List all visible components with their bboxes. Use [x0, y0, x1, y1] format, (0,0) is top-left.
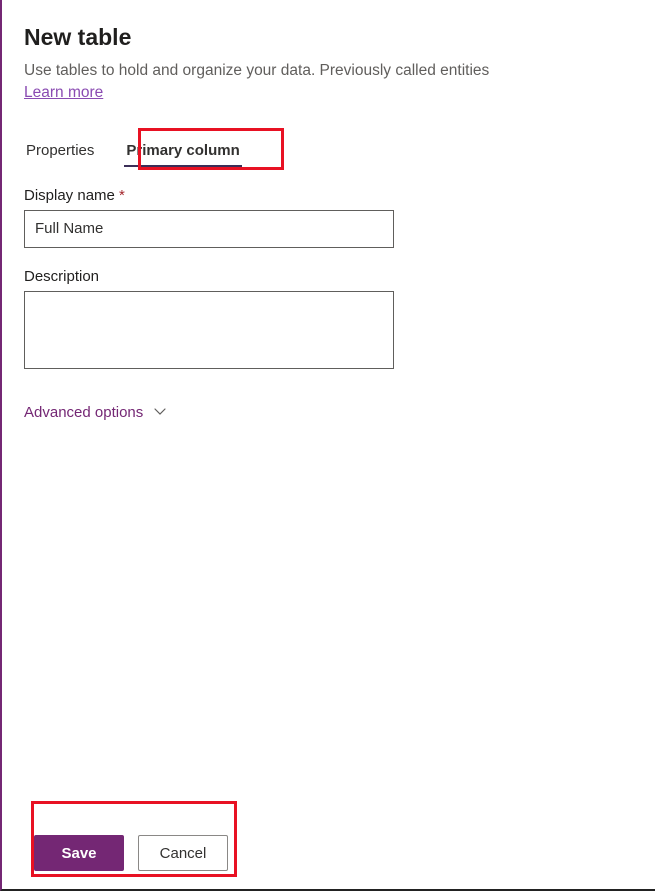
tab-bar: Properties Primary column [24, 134, 633, 167]
cancel-button[interactable]: Cancel [138, 835, 228, 871]
footer-buttons: Save Cancel [34, 835, 228, 871]
learn-more-link[interactable]: Learn more [24, 84, 633, 102]
tab-properties[interactable]: Properties [24, 134, 96, 167]
page-subtitle: Use tables to hold and organize your dat… [24, 61, 633, 82]
advanced-options-toggle[interactable]: Advanced options [24, 404, 633, 421]
page-title: New table [24, 24, 633, 51]
save-button[interactable]: Save [34, 835, 124, 871]
display-name-label-text: Display name [24, 187, 115, 204]
description-group: Description [24, 268, 633, 374]
display-name-input[interactable] [24, 210, 394, 248]
description-input[interactable] [24, 291, 394, 369]
chevron-down-icon [153, 404, 167, 421]
display-name-group: Display name * [24, 187, 633, 248]
display-name-label: Display name * [24, 187, 633, 204]
description-label: Description [24, 268, 633, 285]
tab-primary-column[interactable]: Primary column [124, 134, 241, 167]
new-table-panel: New table Use tables to hold and organiz… [2, 0, 655, 889]
advanced-options-label: Advanced options [24, 404, 143, 421]
required-asterisk: * [119, 187, 125, 204]
